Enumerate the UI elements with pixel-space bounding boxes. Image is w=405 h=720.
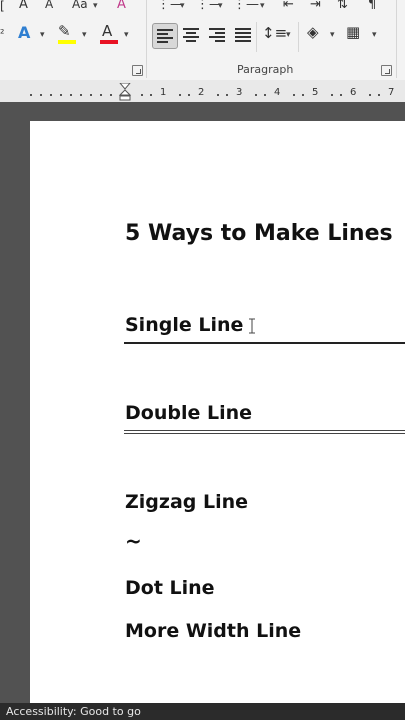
- multilevel-list-icon[interactable]: ⋮—: [233, 0, 259, 11]
- ruler-number: 6: [350, 87, 357, 98]
- align-left-button[interactable]: [152, 23, 178, 49]
- ruler-tick: [80, 94, 82, 96]
- decrease-indent-icon[interactable]: ⇤: [283, 0, 294, 11]
- ruler-tick: [340, 94, 342, 96]
- ruler-tick: [264, 94, 266, 96]
- ruler-tick: [90, 94, 92, 96]
- zigzag-tilde[interactable]: ~: [125, 529, 142, 553]
- justify-icon[interactable]: [235, 26, 251, 44]
- ruler-tick: [293, 94, 295, 96]
- heading-zigzag-line[interactable]: Zigzag Line: [125, 491, 248, 513]
- ruler-tick: [150, 94, 152, 96]
- align-left-icon: [157, 27, 173, 45]
- ruler-number: 7: [388, 87, 395, 98]
- ruler-tick: [60, 94, 62, 96]
- heading-dot-line[interactable]: Dot Line: [125, 577, 215, 599]
- ruler-tick: [302, 94, 304, 96]
- chevron-down-icon[interactable]: ▾: [124, 30, 129, 40]
- accessibility-status[interactable]: Accessibility: Good to go: [6, 705, 141, 718]
- shrink-font-icon[interactable]: A: [45, 0, 53, 10]
- ribbon: [ A A Aa ▾ A ² A ▾ ✎ ▾ A ▾ ⋮— ▾ ⋮— ▾ ⋮— …: [0, 0, 405, 81]
- separator: [256, 22, 257, 52]
- ruler-number: 5: [312, 87, 319, 98]
- superscript-icon[interactable]: ²: [0, 28, 4, 39]
- paragraph-group-label: Paragraph: [237, 63, 294, 76]
- chevron-down-icon[interactable]: ▾: [40, 30, 45, 40]
- separator: [298, 22, 299, 52]
- double-line-rule-bottom: [124, 433, 405, 434]
- chevron-down-icon[interactable]: ▾: [372, 30, 377, 40]
- align-right-icon[interactable]: [209, 26, 225, 44]
- chevron-down-icon[interactable]: ▾: [180, 1, 185, 11]
- align-center-icon[interactable]: [183, 26, 199, 44]
- highlight-pen-icon[interactable]: ✎: [58, 24, 71, 39]
- ruler-tick: [331, 94, 333, 96]
- ruler-tick: [188, 94, 190, 96]
- chevron-down-icon[interactable]: ▾: [330, 30, 335, 40]
- highlight-color-bar: [58, 40, 76, 44]
- paragraph-dialog-launcher-icon[interactable]: [381, 65, 392, 76]
- ruler-number: 4: [274, 87, 281, 98]
- text-cursor-icon: [249, 318, 255, 334]
- shading-icon[interactable]: ◈: [307, 25, 319, 40]
- font-color-bar: [100, 40, 118, 44]
- horizontal-ruler[interactable]: 1 2 3 4 5 6 7: [0, 80, 405, 103]
- ruler-tick: [369, 94, 371, 96]
- change-case-icon[interactable]: Aa: [72, 0, 88, 10]
- ruler-scale: 1 2 3 4 5 6 7: [0, 84, 405, 98]
- ruler-tick: [110, 94, 112, 96]
- ruler-tick: [378, 94, 380, 96]
- show-formatting-marks-icon[interactable]: ¶: [368, 0, 376, 11]
- grow-font-icon[interactable]: A: [19, 0, 28, 11]
- clear-formatting-icon[interactable]: A: [117, 0, 126, 11]
- chevron-down-icon[interactable]: ▾: [218, 1, 223, 11]
- text-effects-icon[interactable]: A: [18, 25, 30, 41]
- ruler-number: 2: [198, 87, 205, 98]
- chevron-down-icon[interactable]: ▾: [260, 1, 265, 11]
- double-line-rule-top: [124, 430, 405, 431]
- ruler-tick: [217, 94, 219, 96]
- group-separator: [146, 0, 147, 78]
- chevron-down-icon[interactable]: ▾: [93, 1, 98, 11]
- heading-more-width-line[interactable]: More Width Line: [125, 620, 301, 642]
- ruler-tick: [40, 94, 42, 96]
- ruler-tick: [141, 94, 143, 96]
- single-line-rule: [124, 342, 405, 344]
- line-spacing-icon[interactable]: ↕≡: [262, 26, 287, 41]
- chevron-down-icon[interactable]: ▾: [82, 30, 87, 40]
- sort-icon[interactable]: ⇅: [337, 0, 348, 11]
- ruler-tick: [30, 94, 32, 96]
- font-size-box-edge[interactable]: [: [0, 0, 5, 12]
- font-dialog-launcher-icon[interactable]: [132, 65, 143, 76]
- heading-double-line[interactable]: Double Line: [125, 402, 252, 424]
- heading-single-line[interactable]: Single Line: [125, 314, 243, 336]
- ruler-tick: [50, 94, 52, 96]
- group-separator: [396, 0, 397, 78]
- indent-marker-icon[interactable]: [119, 83, 131, 101]
- ruler-tick: [226, 94, 228, 96]
- font-color-icon[interactable]: A: [102, 24, 112, 39]
- ruler-tick: [100, 94, 102, 96]
- increase-indent-icon[interactable]: ⇥: [310, 0, 321, 11]
- ruler-number: 1: [160, 87, 167, 98]
- borders-icon[interactable]: ▦: [346, 25, 360, 40]
- ruler-tick: [179, 94, 181, 96]
- document-title[interactable]: 5 Ways to Make Lines: [125, 221, 393, 246]
- chevron-down-icon[interactable]: ▾: [286, 30, 291, 40]
- ruler-tick: [255, 94, 257, 96]
- ruler-number: 3: [236, 87, 243, 98]
- status-bar: Accessibility: Good to go: [0, 703, 405, 720]
- ruler-tick: [70, 94, 72, 96]
